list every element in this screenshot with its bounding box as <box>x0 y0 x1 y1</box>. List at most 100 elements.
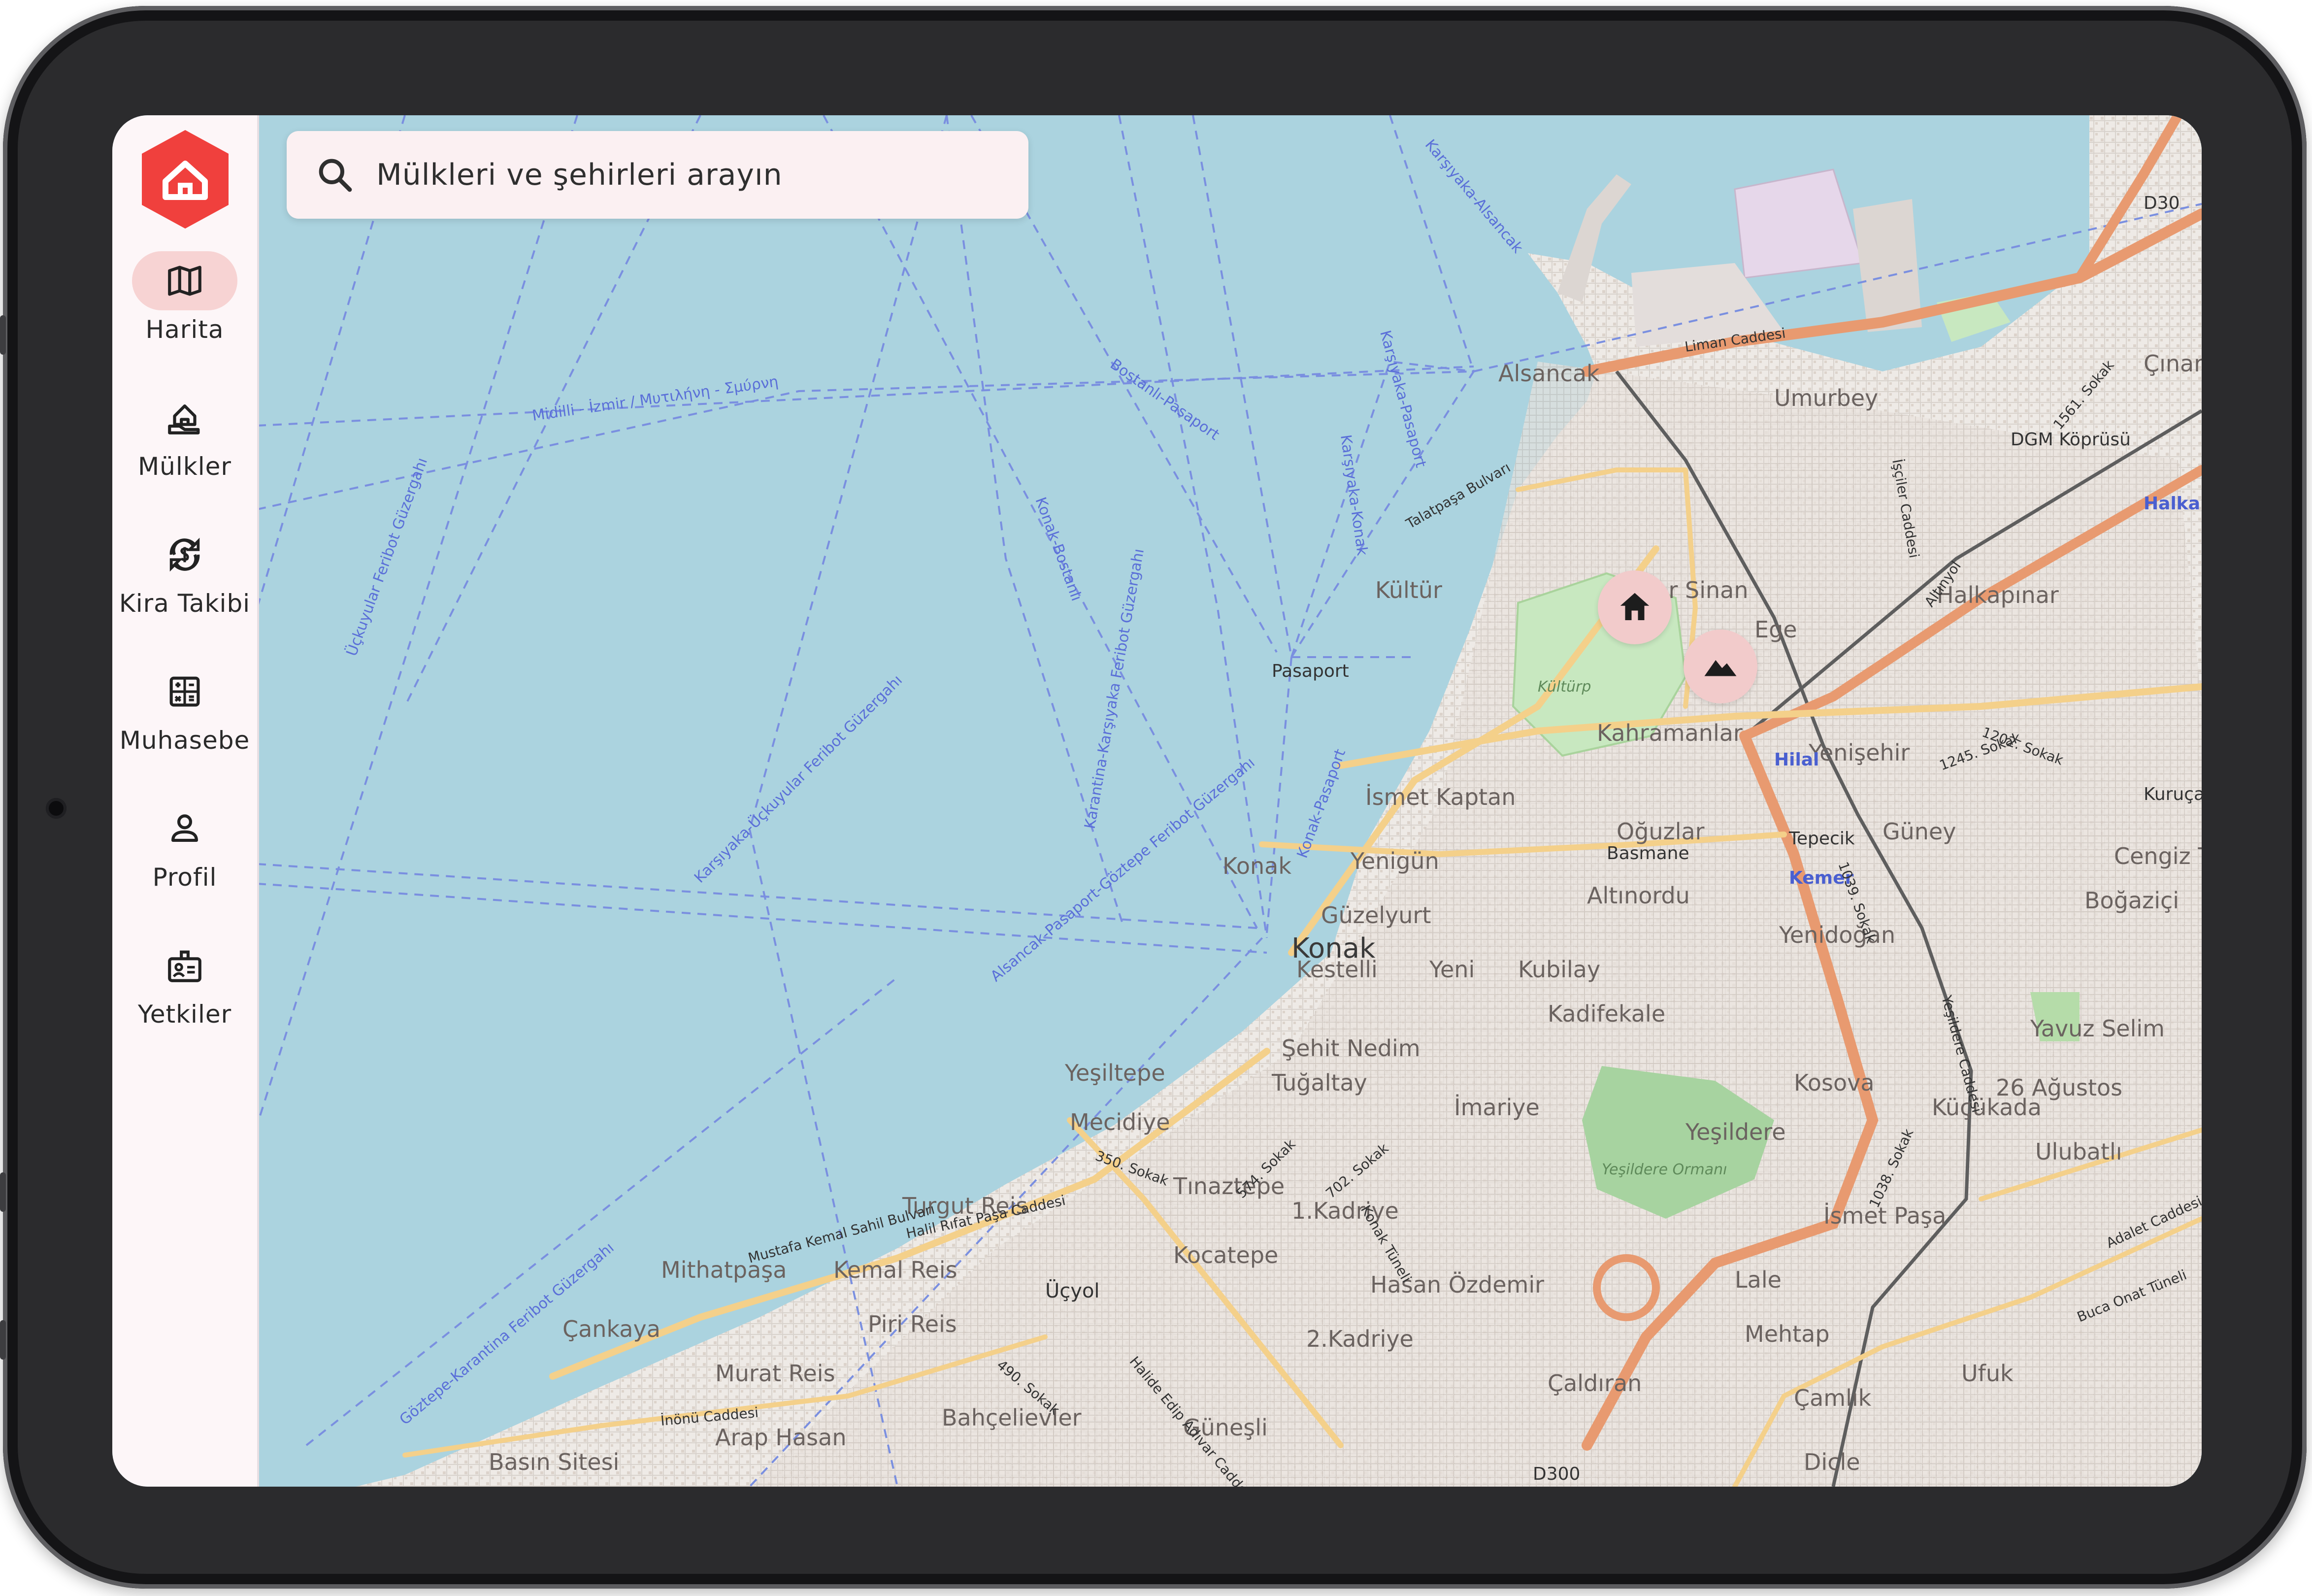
map-label-ismet-pasa: İsmet Paşa <box>1823 1202 1946 1229</box>
map-label-kucukada: Küçükada <box>1932 1094 2042 1121</box>
map-label-kultur: Kültür <box>1375 577 1442 603</box>
map-label-konak-small: Konak <box>1222 853 1291 879</box>
map-label-cinarli: Çınarlı <box>2144 350 2202 377</box>
side-button-middle <box>0 1172 6 1212</box>
map-label-ege: Ege <box>1754 616 1797 643</box>
home-icon <box>1620 593 1650 620</box>
sidebar: Harita Mülkler Kira Takibi Muhasebe Prof… <box>112 115 259 1487</box>
property-icon <box>168 404 200 434</box>
map-label-kubilay: Kubilay <box>1518 956 1600 983</box>
map-label-guney: Güney <box>1883 818 1956 845</box>
sidebar-item-label: Profil <box>152 863 217 892</box>
map-label-imariye: İmariye <box>1454 1094 1540 1121</box>
person-icon <box>171 814 198 842</box>
nav-pill <box>132 936 237 995</box>
map-label-camlik: Çamlık <box>1794 1385 1872 1411</box>
map-label-d300: D300 <box>1533 1464 1580 1484</box>
map-label-murat-reis: Murat Reis <box>715 1360 835 1387</box>
map-label-yenigun: Yenigün <box>1350 848 1439 874</box>
map-label-kurucay: Kuruçay <box>2144 784 2202 804</box>
map-label-kadifekale: Kadifekale <box>1548 1000 1665 1027</box>
map-label-mecidiye: Mecidiye <box>1070 1109 1170 1135</box>
map-label-ismet-kaptan: İsmet Kaptan <box>1365 784 1516 810</box>
map-label-dgm-koprusu: DGM Köprüsü <box>2011 430 2131 450</box>
map-label-ucyol: Üçyol <box>1045 1279 1100 1302</box>
map-label-yeni: Yeni <box>1429 956 1475 983</box>
map-district-labels: Konak <box>1222 853 1291 879</box>
nav-pill <box>132 799 237 858</box>
map-view[interactable]: Alsancak Umurbey Mimar Sinan Kültür Ege … <box>256 115 2202 1487</box>
map-label-cankaya: Çankaya <box>562 1316 661 1342</box>
app-logo[interactable] <box>136 126 234 233</box>
badge-icon <box>168 950 201 982</box>
sidebar-item-kira-takibi[interactable]: Kira Takibi <box>112 525 257 648</box>
map-label-sehit-nedim: Şehit Nedim <box>1282 1035 1420 1062</box>
search-bar[interactable]: Mülkleri ve şehirleri arayın <box>287 131 1028 219</box>
map-label-bogazici: Boğaziçi <box>2084 887 2179 914</box>
landscape-icon <box>1704 660 1737 676</box>
side-button-bottom <box>0 1320 6 1360</box>
sidebar-item-mulkler[interactable]: Mülkler <box>112 388 257 511</box>
map-label-cengiz: Cengiz To <box>2114 843 2202 869</box>
map-label-yenisehir: Yenişehir <box>1808 739 1910 766</box>
sidebar-item-profil[interactable]: Profil <box>112 799 257 922</box>
sidebar-item-label: Kira Takibi <box>119 589 251 618</box>
map-label-altinordu: Altınordu <box>1587 882 1690 909</box>
map-canvas[interactable]: Alsancak Umurbey Mimar Sinan Kültür Ege … <box>256 115 2202 1487</box>
map-label-d30: D30 <box>2144 193 2180 213</box>
side-button-top <box>0 315 6 355</box>
map-label-kulturpark: Kültürp <box>1538 678 1591 696</box>
sidebar-item-yetkiler[interactable]: Yetkiler <box>112 936 257 1059</box>
app-screen: Alsancak Umurbey Mimar Sinan Kültür Ege … <box>112 115 2202 1487</box>
nav-pill <box>132 662 237 721</box>
nav-pill-active <box>132 251 237 310</box>
map-label-umurbey: Umurbey <box>1774 385 1878 411</box>
sidebar-item-label: Muhasebe <box>119 726 250 755</box>
map-label-pasaport: Pasaport <box>1272 661 1349 681</box>
nav-pill <box>132 388 237 447</box>
map-label-halkapinar: Halkapınar <box>1937 582 2059 608</box>
map-label-ulubatli: Ulubatlı <box>2035 1138 2122 1165</box>
map-label-arap-hasan: Arap Hasan <box>715 1424 846 1451</box>
map-label-alsancak: Alsancak <box>1498 360 1600 387</box>
sidebar-item-harita[interactable]: Harita <box>112 251 257 374</box>
map-label-ufuk: Ufuk <box>1961 1360 2014 1387</box>
map-label-oguzlar: Oğuzlar <box>1617 818 1705 845</box>
map-label-tugaltay: Tuğaltay <box>1271 1069 1367 1096</box>
map-label-basin-sitesi: Basın Sitesi <box>489 1449 619 1475</box>
nav-pill <box>132 525 237 584</box>
sidebar-item-label: Harita <box>145 315 224 344</box>
map-label-yesildere: Yeşildere <box>1685 1119 1786 1145</box>
sidebar-item-label: Yetkiler <box>137 1000 232 1029</box>
map-label-lale: Lale <box>1735 1266 1782 1293</box>
map-label-kahramanlar: Kahramanlar <box>1597 720 1743 746</box>
map-label-piri-reis: Piri Reis <box>868 1311 957 1337</box>
map-label-kadriye2: 2.Kadriye <box>1306 1326 1414 1352</box>
map-label-halkapinar-station: Halkapınar <box>2144 494 2202 514</box>
map-label-basmane: Basmane <box>1607 843 1689 864</box>
map-label-guzelyurt: Güzelyurt <box>1321 902 1431 929</box>
map-label-kocatepe: Kocatepe <box>1173 1242 1278 1268</box>
map-label-yesiltepe: Yeşiltepe <box>1064 1060 1165 1086</box>
map-label-kadriye1: 1.Kadriye <box>1291 1197 1399 1224</box>
map-label-yesildere-ormani: Yeşildere Ormanı <box>1602 1161 1727 1178</box>
map-marker-landscape[interactable] <box>1684 630 1757 703</box>
map-label-kosova: Kosova <box>1794 1069 1875 1096</box>
rent-tracking-icon <box>169 537 200 572</box>
map-label-tepecik: Tepecik <box>1788 829 1855 849</box>
calculator-icon <box>169 676 200 707</box>
map-icon <box>168 266 201 296</box>
search-input[interactable]: Mülkleri ve şehirleri arayın <box>376 158 783 192</box>
sidebar-item-label: Mülkler <box>138 452 231 481</box>
map-label-yavuz-selim: Yavuz Selim <box>2030 1015 2165 1042</box>
front-camera <box>46 798 66 819</box>
map-label-dicle: Dicle <box>1804 1449 1860 1475</box>
map-marker-home[interactable] <box>1598 570 1672 644</box>
map-label-hilal: Hilal <box>1774 750 1819 770</box>
search-icon <box>319 159 352 192</box>
map-label-mehtap: Mehtap <box>1745 1321 1830 1347</box>
sidebar-item-muhasebe[interactable]: Muhasebe <box>112 662 257 785</box>
map-label-caldiran: Çaldıran <box>1548 1370 1642 1396</box>
map-label-kemal-reis: Kemal Reis <box>833 1257 958 1283</box>
map-label-konak: Konak <box>1291 932 1376 964</box>
